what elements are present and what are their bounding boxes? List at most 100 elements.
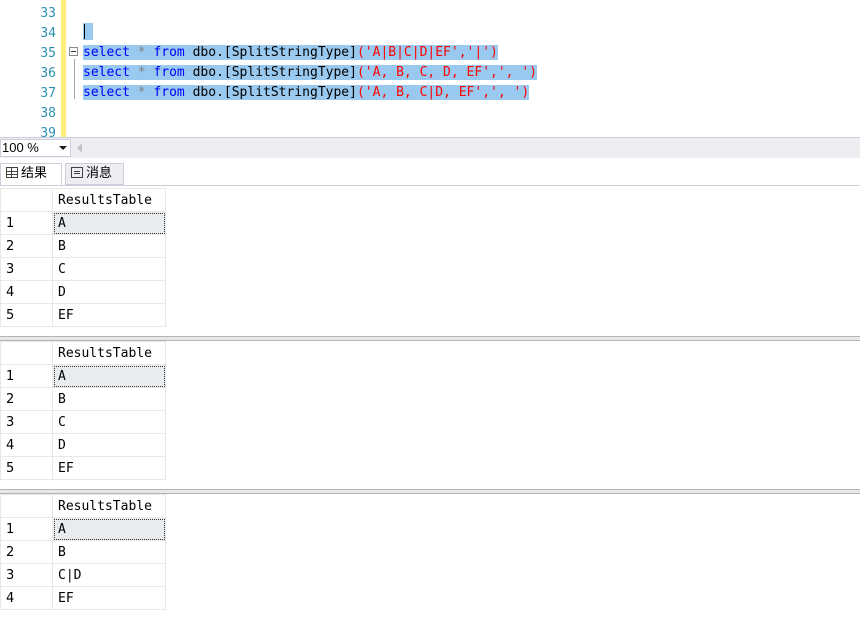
results-table[interactable]: ResultsTable 1A 2B 3 C|D 4 EF xyxy=(0,494,166,610)
column-header[interactable]: ResultsTable xyxy=(52,341,166,365)
cell-value[interactable]: A xyxy=(52,211,166,235)
column-header[interactable]: ResultsTable xyxy=(52,494,166,518)
operator-star: * xyxy=(137,65,146,80)
table-row[interactable]: 1A xyxy=(0,517,166,541)
table-row[interactable]: 2B xyxy=(0,234,166,258)
cell-value[interactable]: D xyxy=(52,280,166,304)
cell-value[interactable]: C xyxy=(52,410,166,434)
cell-value[interactable]: A xyxy=(52,517,166,541)
table-row[interactable]: 1A xyxy=(0,211,166,235)
table-row[interactable]: 3 C|D xyxy=(0,563,166,587)
scroll-left-icon[interactable] xyxy=(77,143,82,153)
table-row[interactable]: 5 EF xyxy=(0,456,166,480)
row-number[interactable]: 2 xyxy=(0,387,53,411)
line-number: 35 xyxy=(40,46,56,61)
corner-header[interactable] xyxy=(0,494,53,518)
table-row[interactable]: 2B xyxy=(0,387,166,411)
line-number: 38 xyxy=(40,106,56,121)
collapse-icon[interactable] xyxy=(69,47,78,56)
row-number[interactable]: 4 xyxy=(0,586,53,610)
cell-value[interactable]: A xyxy=(52,364,166,388)
keyword-from: from xyxy=(153,65,185,80)
line-number: 36 xyxy=(40,66,56,81)
tab-results[interactable]: 结果 xyxy=(0,163,62,185)
row-number[interactable]: 4 xyxy=(0,280,53,304)
cell-value[interactable]: EF xyxy=(52,586,166,610)
table-row[interactable]: 3C xyxy=(0,257,166,281)
function-args: ('A|B|C|D|EF','|') xyxy=(356,45,498,60)
operator-star: * xyxy=(137,45,146,60)
function-args: ('A, B, C|D, EF',', ') xyxy=(356,85,530,100)
table-row[interactable]: 4 EF xyxy=(0,586,166,610)
text-caret xyxy=(84,24,85,39)
row-number[interactable]: 1 xyxy=(0,364,53,388)
cell-value[interactable]: D xyxy=(52,433,166,457)
operator-star: * xyxy=(137,85,146,100)
row-number[interactable]: 4 xyxy=(0,433,53,457)
header-row: ResultsTable xyxy=(0,494,166,518)
line-number: 39 xyxy=(40,126,56,137)
change-tracking-bar xyxy=(61,0,66,137)
keyword-from: from xyxy=(153,45,185,60)
tab-results-label: 结果 xyxy=(21,166,48,181)
corner-header[interactable] xyxy=(0,341,53,365)
table-row[interactable]: 2B xyxy=(0,540,166,564)
row-number[interactable]: 5 xyxy=(0,456,53,480)
table-row[interactable]: 4D xyxy=(0,433,166,457)
row-number[interactable]: 5 xyxy=(0,303,53,327)
line-number: 34 xyxy=(40,26,56,41)
code-line-36[interactable]: select * from dbo.[SplitStringType]('A, … xyxy=(83,63,537,83)
outline-line xyxy=(74,59,75,99)
cell-value[interactable]: B xyxy=(52,234,166,258)
line-number: 33 xyxy=(40,6,56,21)
zoom-value: 100 % xyxy=(2,140,39,155)
tab-messages-label: 消息 xyxy=(86,166,113,181)
cell-value[interactable]: EF xyxy=(52,303,166,327)
row-number[interactable]: 3 xyxy=(0,410,53,434)
line-number-gutter: 33 34 35 36 37 38 39 xyxy=(0,0,60,137)
row-number[interactable]: 3 xyxy=(0,257,53,281)
results-table[interactable]: ResultsTable 1A 2B 3C 4D 5 EF xyxy=(0,341,166,480)
code-line-37[interactable]: select * from dbo.[SplitStringType]('A, … xyxy=(83,83,530,103)
keyword-select: select xyxy=(83,85,130,100)
column-header[interactable]: ResultsTable xyxy=(52,188,166,212)
results-table[interactable]: ResultsTable 1A 2B 3C 4D 5 EF xyxy=(0,188,166,327)
results-tab-strip: 结果 消息 xyxy=(0,158,860,186)
keyword-from: from xyxy=(153,85,185,100)
row-number[interactable]: 1 xyxy=(0,211,53,235)
tab-messages[interactable]: 消息 xyxy=(65,163,124,185)
zoom-dropdown[interactable]: 100 % xyxy=(0,139,71,157)
cell-value[interactable]: C|D xyxy=(52,563,166,587)
header-row: ResultsTable xyxy=(0,188,166,212)
row-number[interactable]: 2 xyxy=(0,234,53,258)
header-row: ResultsTable xyxy=(0,341,166,365)
cell-value[interactable]: C xyxy=(52,257,166,281)
result-grid-2[interactable]: ResultsTable 1A 2B 3C 4D 5 EF xyxy=(0,341,860,488)
table-row[interactable]: 5 EF xyxy=(0,303,166,327)
cell-value[interactable]: EF xyxy=(52,456,166,480)
row-number[interactable]: 1 xyxy=(0,517,53,541)
object-name: dbo.[SplitStringType] xyxy=(192,65,357,80)
keyword-select: select xyxy=(83,45,130,60)
function-args: ('A, B, C, D, EF',', ') xyxy=(356,65,537,80)
table-row[interactable]: 1A xyxy=(0,364,166,388)
messages-icon xyxy=(71,167,83,178)
grid-icon xyxy=(6,167,18,178)
table-row[interactable]: 4D xyxy=(0,280,166,304)
code-line-35[interactable]: select * from dbo.[SplitStringType]('A|B… xyxy=(83,43,498,63)
cell-value[interactable]: B xyxy=(52,387,166,411)
query-editor[interactable]: 33 34 35 36 37 38 39 select * from dbo.[… xyxy=(0,0,860,137)
table-row[interactable]: 3C xyxy=(0,410,166,434)
chevron-down-icon[interactable] xyxy=(59,146,67,150)
corner-header[interactable] xyxy=(0,188,53,212)
keyword-select: select xyxy=(83,65,130,80)
row-number[interactable]: 3 xyxy=(0,563,53,587)
zoom-bar: 100 % xyxy=(0,137,860,158)
result-grid-1[interactable]: ResultsTable 1A 2B 3C 4D 5 EF xyxy=(0,188,860,335)
line-number: 37 xyxy=(40,86,56,101)
object-name: dbo.[SplitStringType] xyxy=(192,45,357,60)
row-number[interactable]: 2 xyxy=(0,540,53,564)
cell-value[interactable]: B xyxy=(52,540,166,564)
result-grid-3[interactable]: ResultsTable 1A 2B 3 C|D 4 EF xyxy=(0,494,860,638)
object-name: dbo.[SplitStringType] xyxy=(192,85,357,100)
